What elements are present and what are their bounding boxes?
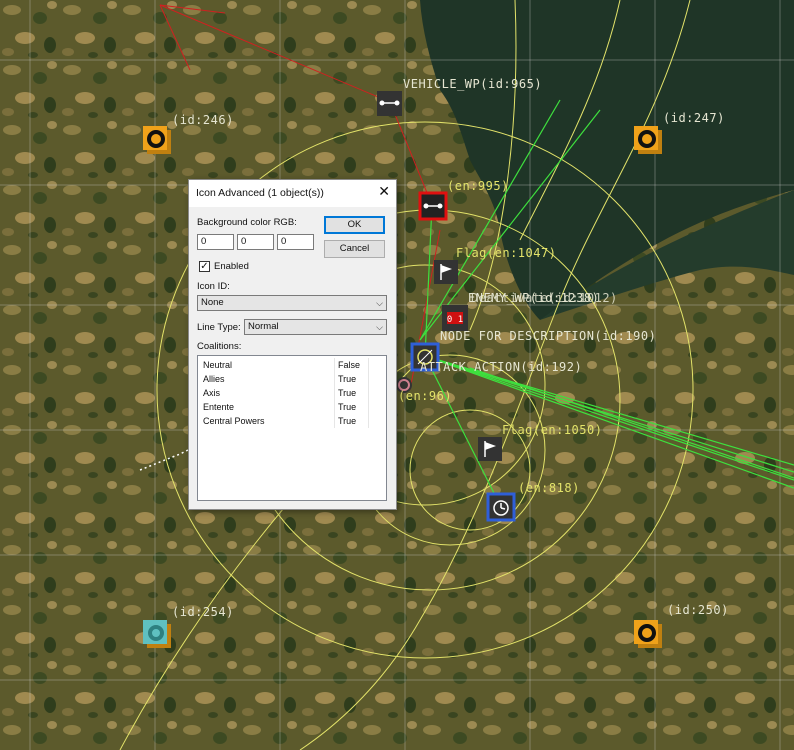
timer-icon[interactable] — [486, 492, 516, 522]
label-flag1050: Flag(en:1050) — [502, 423, 602, 437]
icon-id-select[interactable]: None ⌵ — [197, 295, 387, 311]
rgb-blue-field[interactable]: 0 — [277, 234, 314, 250]
counter-icon[interactable]: 0 1 — [442, 305, 468, 331]
vehicle-waypoint-icon[interactable] — [377, 91, 402, 116]
label-en995: (en:995) — [447, 179, 509, 193]
label-en-small: (en:96) — [398, 389, 452, 403]
object-orange-icon[interactable] — [634, 126, 662, 154]
label-en818: (en:818) — [518, 481, 580, 495]
cancel-button[interactable]: Cancel — [324, 240, 385, 258]
flag-icon[interactable] — [434, 260, 458, 284]
list-item[interactable]: Axis True — [198, 386, 386, 400]
counter-value: 0 1 — [447, 315, 463, 325]
dialog-title: Icon Advanced (1 object(s)) — [196, 187, 324, 199]
label-id246: (id:246) — [172, 113, 234, 127]
flag-icon[interactable] — [478, 437, 502, 461]
object-teal-icon[interactable] — [143, 620, 171, 648]
enabled-checkbox[interactable]: ✓ — [199, 261, 210, 272]
line-type-select[interactable]: Normal ⌵ — [244, 319, 387, 335]
list-item[interactable]: Central Powers True — [198, 414, 386, 428]
object-orange-icon[interactable] — [634, 620, 662, 648]
rgb-red-field[interactable]: 0 — [197, 234, 234, 250]
coalitions-label: Coalitions: — [197, 341, 242, 352]
label-attack-action: ATTACK ACTION(id:192) — [420, 360, 582, 374]
label-id247: (id:247) — [663, 111, 725, 125]
mission-map[interactable]: 0 1 VEHICLE_WP(id:965) (id:246) (id:247)… — [0, 0, 794, 750]
bg-color-label: Background color RGB: — [197, 217, 297, 228]
label-id250: (id:250) — [667, 603, 729, 617]
chevron-down-icon: ⌵ — [376, 322, 383, 332]
line-type-value: Normal — [248, 321, 279, 332]
icon-id-value: None — [201, 297, 224, 308]
icon-id-label: Icon ID: — [197, 281, 230, 292]
label-node-description: NODE FOR DESCRIPTION(id:190) — [440, 329, 656, 343]
ok-button[interactable]: OK — [324, 216, 385, 234]
rgb-green-field[interactable]: 0 — [237, 234, 274, 250]
icon-advanced-dialog[interactable]: Icon Advanced (1 object(s)) ✕ Background… — [188, 179, 397, 510]
list-item[interactable]: Entente True — [198, 400, 386, 414]
selected-waypoint-icon[interactable] — [418, 191, 448, 221]
line-type-label: Line Type: — [197, 322, 241, 333]
label-vehicle-wp: VEHICLE_WP(id:965) — [403, 77, 542, 91]
enabled-label: Enabled — [214, 261, 249, 272]
label-id254: (id:254) — [172, 605, 234, 619]
close-icon[interactable]: ✕ — [378, 183, 390, 199]
chevron-down-icon: ⌵ — [376, 298, 383, 308]
object-orange-icon[interactable] — [143, 126, 171, 154]
label-deactivate: Deactivate(id:1012) — [471, 291, 618, 305]
dialog-body: Background color RGB: 0 0 0 OK Cancel ✓ … — [189, 207, 396, 509]
label-flag1047: Flag(en:1047) — [456, 246, 556, 260]
list-item[interactable]: Neutral False — [198, 358, 386, 372]
coalitions-list[interactable]: Neutral False Allies True Axis True Ente… — [197, 355, 387, 501]
list-item[interactable]: Allies True — [198, 372, 386, 386]
